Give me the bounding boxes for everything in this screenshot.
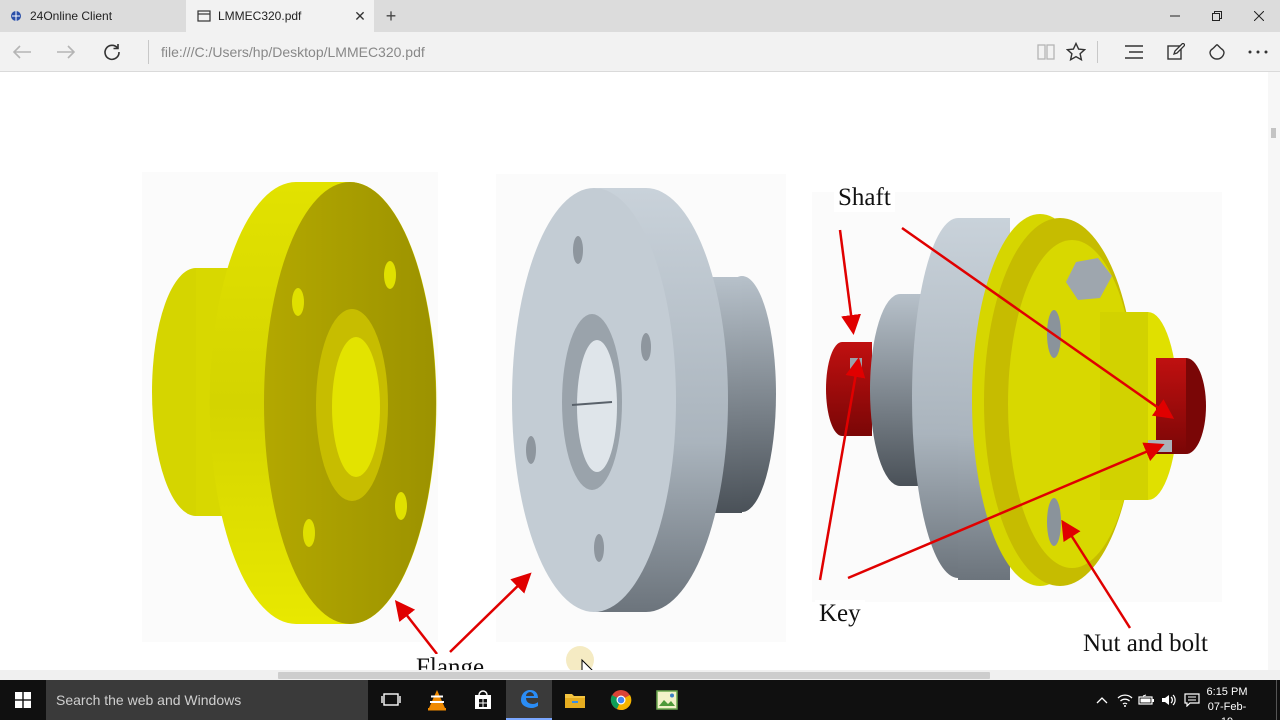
vlc-icon[interactable] [414, 680, 460, 720]
yellow-flange [142, 172, 438, 642]
tab-24online[interactable]: 24Online Client [0, 0, 186, 32]
show-desktop-button[interactable] [1276, 680, 1280, 720]
label-nut-and-bolt: Nut and bolt [1079, 630, 1212, 658]
minimize-icon[interactable] [1154, 0, 1196, 32]
hub-icon[interactable] [1114, 32, 1154, 72]
label-shaft: Shaft [834, 184, 895, 212]
app-window: 24Online Client LMMEC320.pdf ✕ + file://… [0, 0, 1280, 720]
pdf-document-icon [196, 8, 212, 24]
chrome-icon[interactable] [598, 680, 644, 720]
share-icon[interactable] [1197, 32, 1237, 72]
tab-title: LMMEC320.pdf [218, 9, 302, 23]
close-tab-icon[interactable]: ✕ [346, 0, 374, 32]
taskbar-search-box[interactable]: Search the web and Windows [46, 680, 368, 720]
taskbar-clock[interactable]: 6:15 PM 07-Feb-19 [1204, 685, 1250, 720]
restore-icon[interactable] [1196, 0, 1238, 32]
image-viewer-icon[interactable] [644, 680, 690, 720]
grey-flange [496, 174, 786, 642]
show-hidden-icon[interactable] [1091, 680, 1113, 720]
label-flange: Flange [412, 654, 489, 670]
wifi-icon[interactable] [1114, 680, 1136, 720]
horizontal-scrollbar[interactable] [0, 670, 1280, 680]
notification-icon[interactable] [1181, 680, 1203, 720]
clock-time: 6:15 PM [1206, 686, 1248, 698]
pdf-viewport[interactable]: Shaft Key Nut and bolt Flange [0, 72, 1268, 670]
windows-start-icon[interactable] [0, 680, 46, 720]
taskbar: Search the web and Windows 6:15 PM 07-Fe… [0, 680, 1280, 720]
new-tab-icon[interactable]: + [378, 0, 404, 32]
label-key: Key [815, 600, 865, 628]
forward-arrow-icon[interactable] [46, 32, 86, 72]
battery-icon[interactable] [1136, 680, 1158, 720]
clock-date: 07-Feb-19 [1207, 701, 1247, 720]
web-note-icon[interactable] [1156, 32, 1196, 72]
tab-title: 24Online Client [30, 9, 113, 23]
favorite-star-icon[interactable] [1056, 32, 1096, 72]
back-arrow-icon[interactable] [2, 32, 42, 72]
store-icon[interactable] [460, 680, 506, 720]
navigation-bar: file:///C:/Users/hp/Desktop/LMMEC320.pdf [0, 32, 1280, 72]
cursor-highlight [566, 646, 594, 670]
vertical-scroll-thumb[interactable] [1271, 128, 1276, 138]
tab-lmmec320[interactable]: LMMEC320.pdf ✕ [186, 0, 374, 32]
close-window-icon[interactable] [1238, 0, 1280, 32]
volume-icon[interactable] [1158, 680, 1180, 720]
edge-icon[interactable] [506, 680, 552, 720]
vertical-scrollbar[interactable] [1268, 72, 1280, 670]
horizontal-scroll-thumb[interactable] [278, 672, 990, 679]
task-view-icon[interactable] [368, 680, 414, 720]
toolbar-separator [1097, 41, 1098, 63]
address-bar[interactable]: file:///C:/Users/hp/Desktop/LMMEC320.pdf [148, 40, 1028, 64]
refresh-icon[interactable] [92, 32, 132, 72]
tab-strip: 24Online Client LMMEC320.pdf ✕ + [0, 0, 1280, 32]
flange-coupling-figure [142, 172, 1222, 670]
more-icon[interactable] [1238, 32, 1278, 72]
assembled-coupling [812, 192, 1222, 602]
network-icon [8, 8, 24, 24]
file-explorer-icon[interactable] [552, 680, 598, 720]
